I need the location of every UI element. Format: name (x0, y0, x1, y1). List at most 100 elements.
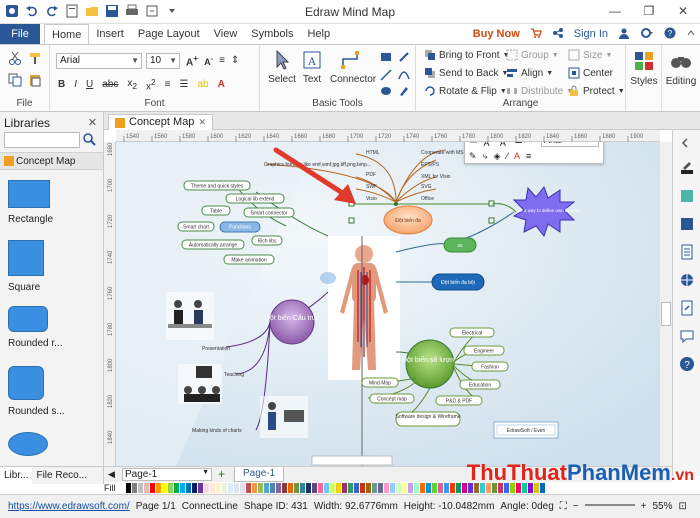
page-select[interactable]: Page-1 ▼ (122, 468, 212, 481)
page-nav-icon[interactable]: ◀ (108, 469, 115, 480)
float-font-color-icon[interactable]: A (514, 151, 520, 162)
library-category[interactable]: Concept Map (0, 152, 103, 170)
paragraph-icon[interactable]: ≡ (219, 55, 225, 66)
library-search-input[interactable] (4, 132, 80, 148)
float-grow-icon[interactable]: A+ (484, 142, 494, 148)
fullscreen-icon[interactable]: ⛶ (560, 501, 567, 512)
format-painter-icon[interactable] (28, 51, 42, 65)
float-line-icon[interactable]: ⁄ (507, 151, 509, 162)
new-file-icon[interactable] (64, 3, 80, 19)
libraries-tab[interactable]: Libr... (0, 467, 33, 484)
line-tool-icon[interactable] (380, 69, 392, 81)
drawing-canvas[interactable]: HTML Graphics formats like emf,wmf,jpg,t… (116, 142, 660, 466)
cut-icon[interactable] (8, 51, 22, 65)
send-to-back-button[interactable]: Send to Back ▼ (424, 67, 508, 79)
grow-font-icon[interactable]: A+ (186, 53, 198, 68)
vertical-scroll-thumb[interactable] (661, 302, 671, 326)
tab-page-layout[interactable]: Page Layout (131, 24, 207, 44)
print-icon[interactable] (124, 3, 140, 19)
group-button[interactable]: Group ▼ (506, 49, 559, 61)
page-panel-icon[interactable] (679, 244, 695, 263)
protect-button[interactable]: Protect ▼ (568, 85, 625, 97)
fill-panel-icon[interactable] (679, 160, 695, 179)
libraries-close-icon[interactable]: ✕ (88, 116, 97, 129)
bring-to-front-button[interactable]: Bring to Front ▼ (424, 49, 510, 61)
superscript-icon[interactable]: x2 (146, 77, 156, 92)
tab-view[interactable]: View (207, 24, 245, 44)
float-brush-icon[interactable]: ✎ (469, 151, 477, 162)
help-panel-icon[interactable]: ? (679, 356, 695, 375)
pen-tool-icon[interactable] (398, 85, 410, 97)
file-recovery-tab[interactable]: File Reco... (32, 467, 91, 484)
redo-icon[interactable] (44, 3, 60, 19)
bold-icon[interactable]: B (58, 79, 65, 90)
export-icon[interactable] (144, 3, 160, 19)
zoom-in-icon[interactable]: + (641, 501, 647, 512)
right-branch-node[interactable] (405, 339, 455, 389)
zoom-out-icon[interactable]: − (573, 501, 579, 512)
highlight-icon[interactable]: ab (197, 79, 208, 90)
attachment-panel-icon[interactable] (679, 300, 695, 319)
float-shrink-icon[interactable]: A- (500, 142, 509, 148)
page-tab-active[interactable]: Page-1 (234, 467, 285, 482)
cart-icon[interactable] (530, 27, 542, 42)
user-icon[interactable] (618, 27, 630, 42)
line-panel-icon[interactable] (679, 188, 695, 207)
document-tab-concept-map[interactable]: Concept Map ✕ (108, 114, 213, 130)
right-expand-icon[interactable] (679, 136, 693, 153)
float-more-icon[interactable]: ≡ (526, 151, 531, 162)
float-style-icon[interactable]: ▭ (469, 142, 478, 148)
settings-gear-icon[interactable] (640, 27, 654, 42)
close-button[interactable]: ✕ (666, 0, 700, 22)
copy-icon[interactable] (8, 73, 22, 87)
share-icon[interactable] (552, 27, 564, 42)
library-shape-rectangle[interactable]: Rectangle (8, 180, 98, 225)
float-connector-icon[interactable]: ⤷ (483, 151, 488, 162)
ellipse-tool-icon[interactable] (380, 85, 392, 97)
distribute-button[interactable]: Distribute ▼ (506, 85, 573, 97)
horizontal-scroll-thumb[interactable] (311, 455, 393, 466)
font-size-select[interactable]: 10 ▼ (146, 53, 180, 69)
undo-icon[interactable] (24, 3, 40, 19)
rotate-flip-button[interactable]: Rotate & Flip ▼ (424, 85, 507, 97)
subscript-icon[interactable]: x2 (127, 78, 137, 91)
tab-help[interactable]: Help (300, 24, 337, 44)
rectangle-tool-icon[interactable] (380, 51, 392, 63)
float-fill-icon[interactable]: ◈ (494, 151, 501, 162)
fit-page-icon[interactable]: ⊡ (679, 501, 687, 512)
font-name-select[interactable]: Arial ▼ (56, 53, 142, 69)
save-icon[interactable] (104, 3, 120, 19)
buy-now-link[interactable]: Buy Now (473, 28, 520, 40)
sign-in-link[interactable]: Sign In (574, 28, 608, 40)
styles-button[interactable]: Styles (628, 49, 660, 87)
customize-qat-icon[interactable] (164, 3, 180, 19)
line-spacing-icon[interactable]: ⇕ (231, 55, 239, 66)
underline-icon[interactable]: U (86, 79, 93, 90)
align-button[interactable]: Align ▼ (506, 67, 553, 79)
file-tab[interactable]: File (0, 24, 40, 44)
float-font-select[interactable]: Arial▼ (541, 142, 599, 147)
help-icon[interactable]: ? (664, 27, 676, 42)
search-icon[interactable] (82, 132, 96, 149)
bullets-icon[interactable]: ☰ (180, 79, 189, 90)
add-page-icon[interactable]: + (218, 467, 225, 481)
tab-insert[interactable]: Insert (89, 24, 131, 44)
size-button[interactable]: Size ▼ (568, 49, 612, 61)
library-shape-ellipse[interactable] (8, 432, 98, 456)
font-color-icon[interactable]: A (218, 79, 225, 90)
restore-button[interactable]: ❐ (632, 0, 666, 22)
paste-icon[interactable] (28, 73, 42, 87)
strikethrough-icon[interactable]: abc (102, 79, 118, 90)
shadow-panel-icon[interactable] (679, 216, 695, 235)
tab-symbols[interactable]: Symbols (244, 24, 300, 44)
vertical-scrollbar[interactable] (660, 142, 672, 466)
left-branch-node[interactable] (269, 299, 315, 345)
shrink-font-icon[interactable]: A- (204, 54, 213, 67)
open-folder-icon[interactable] (84, 3, 100, 19)
connector-button[interactable]: Connector (330, 49, 376, 85)
editing-button[interactable]: Editing (664, 49, 698, 87)
layers-panel-icon[interactable] (679, 272, 695, 291)
curve-tool-icon[interactable] (398, 69, 410, 81)
tab-home[interactable]: Home (44, 24, 90, 44)
shape-tool-icon[interactable] (398, 51, 410, 63)
